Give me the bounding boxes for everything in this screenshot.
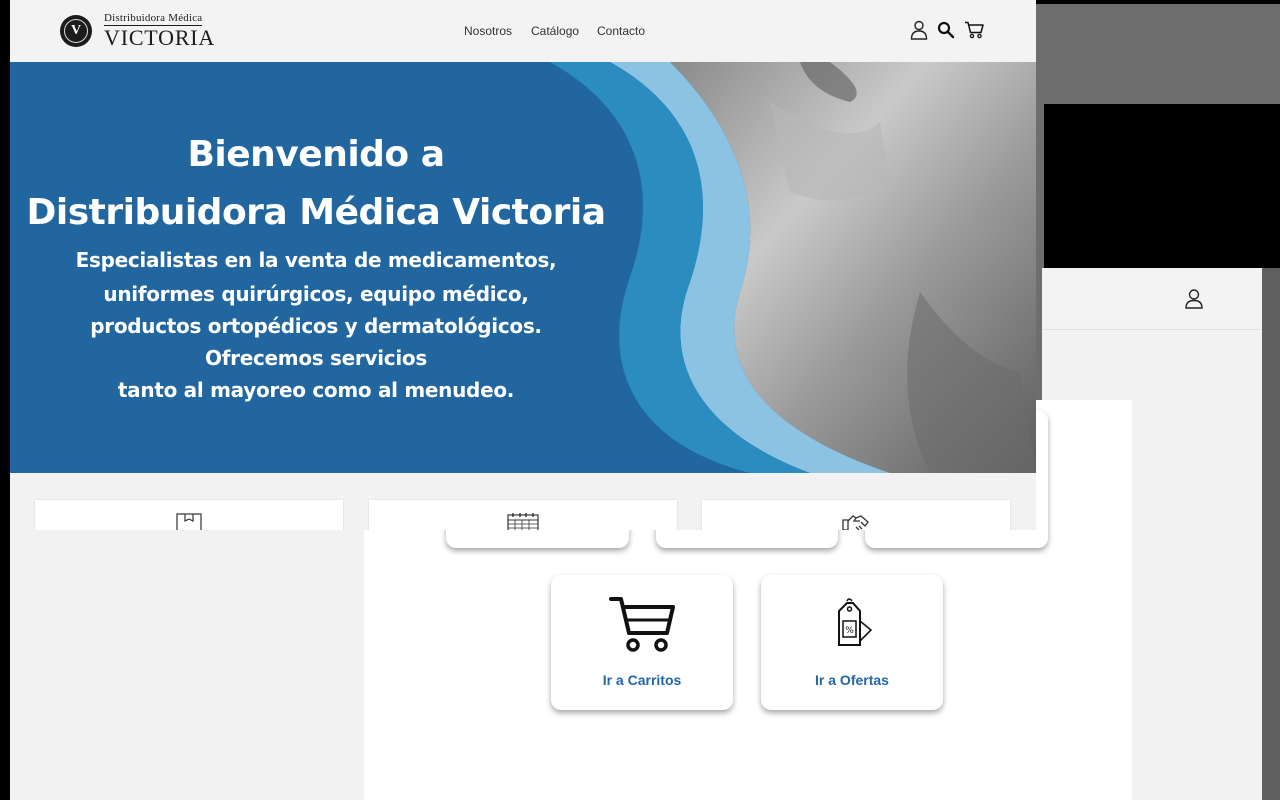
feature-card[interactable] <box>369 500 677 530</box>
hero-subtitle-line: Especialistas en la venta de medicamento… <box>75 248 557 272</box>
svg-text:%: % <box>845 626 854 636</box>
hero-title-line2: Distribuidora Médica Victoria <box>26 192 606 233</box>
feature-card[interactable] <box>35 500 343 530</box>
user-icon[interactable] <box>910 20 928 40</box>
feature-card[interactable] <box>702 500 1010 530</box>
logo-seal[interactable]: V <box>60 15 92 47</box>
hero-subtitle-line: Ofrecemos servicios <box>205 346 427 370</box>
nav-link-contacto[interactable]: Contacto <box>597 24 645 38</box>
nav-link-catalogo[interactable]: Catálogo <box>531 24 579 38</box>
cart-icon <box>609 597 675 652</box>
box-icon <box>176 513 202 530</box>
site-header: V Distribuidora Médica VICTORIA Nosotros… <box>10 0 1036 62</box>
nav-link-nosotros[interactable]: Nosotros <box>464 24 512 38</box>
handshake-icon <box>842 515 869 530</box>
calendar-icon <box>507 513 539 530</box>
user-icon[interactable] <box>1184 288 1204 310</box>
background-window-strip <box>1036 4 1280 104</box>
background-window-edge <box>1262 268 1280 800</box>
logo-title[interactable]: VICTORIA <box>104 25 215 51</box>
logo-subtitle: Distribuidora Médica <box>104 12 203 26</box>
front-window: V Distribuidora Médica VICTORIA Nosotros… <box>10 0 1036 530</box>
cart-icon[interactable] <box>964 21 984 39</box>
hero-subtitle-line: productos ortopédicos y dermatológicos. <box>90 314 542 338</box>
back-window-header <box>1042 268 1262 330</box>
logo-seal-letter: V <box>64 19 88 43</box>
go-to-carts-label: Ir a Carritos <box>602 672 682 688</box>
price-tag-icon: % <box>838 598 873 646</box>
go-to-carts-card[interactable]: Ir a Carritos <box>551 575 733 710</box>
hero-subtitle-line: uniformes quirúrgicos, equipo médico, <box>103 282 529 306</box>
go-to-offers-label: Ir a Ofertas <box>815 672 889 688</box>
hero-title-line1: Bienvenido a <box>187 134 445 175</box>
hero-banner: Bienvenido a Distribuidora Médica Victor… <box>10 62 1036 473</box>
go-to-offers-card[interactable]: % Ir a Ofertas <box>761 575 943 710</box>
hero-subtitle-line: tanto al mayoreo como al menudeo. <box>117 378 515 402</box>
search-icon[interactable] <box>937 21 955 39</box>
